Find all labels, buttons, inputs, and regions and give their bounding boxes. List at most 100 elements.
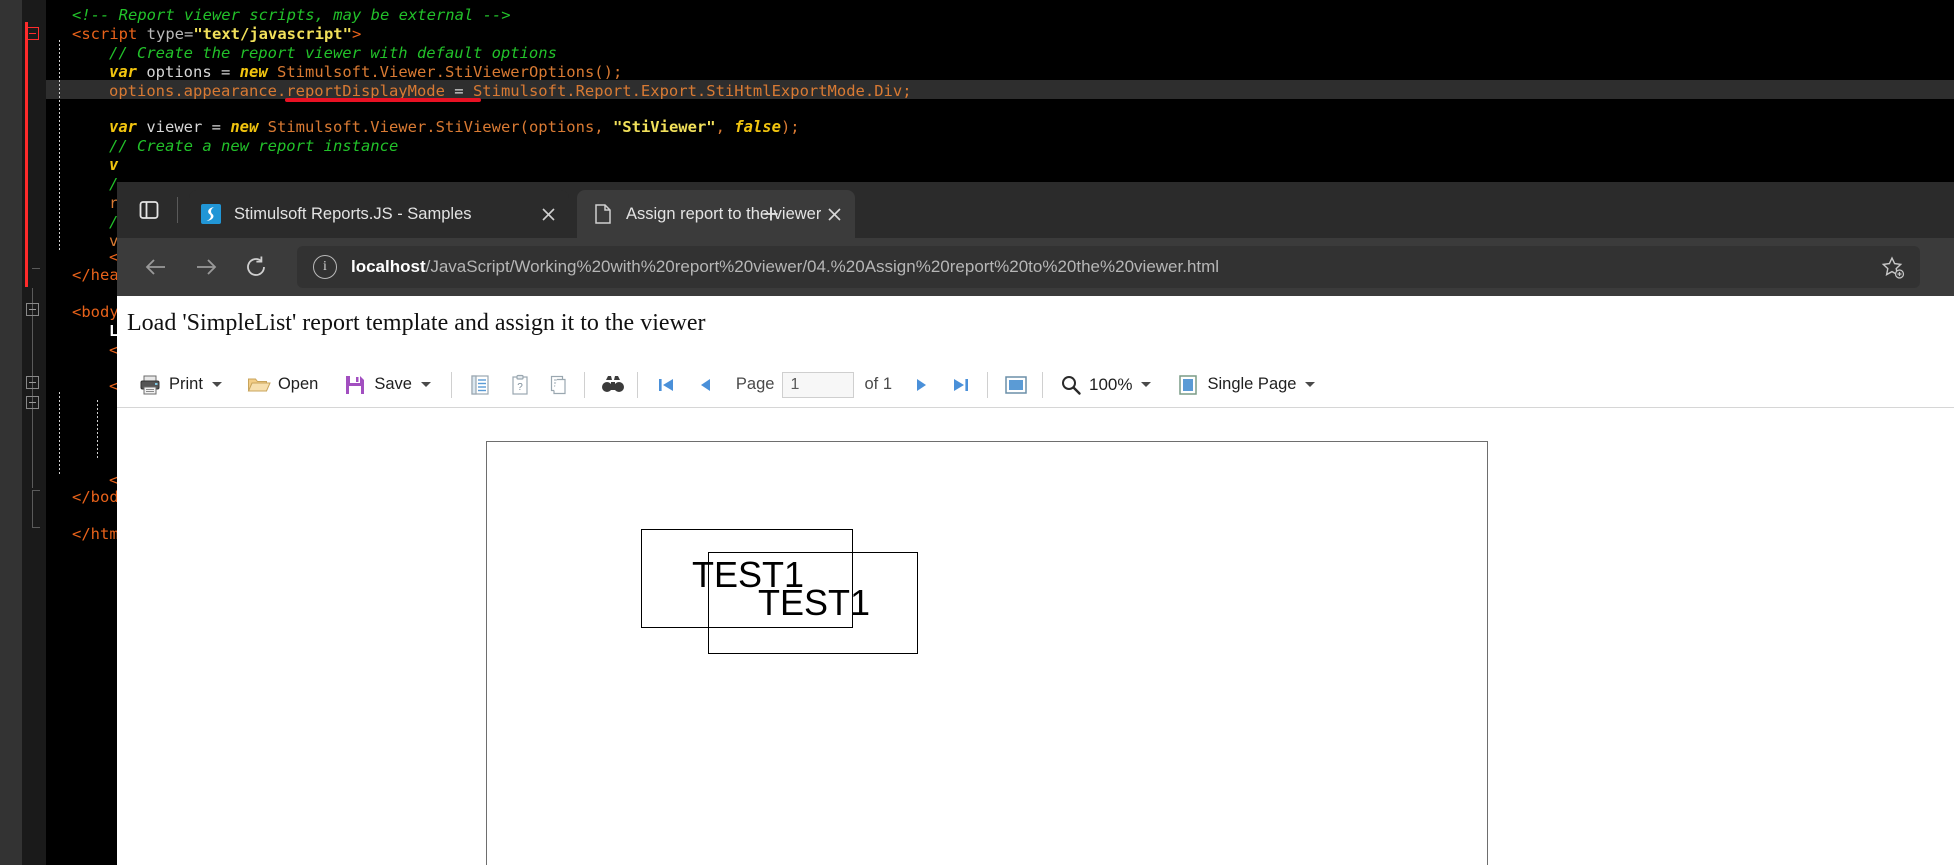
find-button[interactable] (594, 367, 632, 403)
chevron-down-icon[interactable] (420, 382, 431, 387)
parameters-button[interactable]: ? (501, 367, 539, 403)
toolbar-separator (987, 371, 988, 398)
view-mode-button[interactable]: Single Page (1169, 367, 1322, 403)
code-line: <script type="text/javascript"> (72, 25, 361, 44)
chevron-down-icon[interactable] (1305, 382, 1316, 387)
browser-tab-2[interactable]: Assign report to the viewer (577, 190, 855, 238)
address-bar[interactable]: i localhost/JavaScript/Working%20with%20… (297, 246, 1920, 288)
next-page-button[interactable] (902, 367, 940, 403)
bookmarks-icon (468, 373, 492, 397)
toolbar-separator (636, 371, 638, 398)
save-button[interactable]: Save (336, 367, 438, 403)
code-token: var (109, 118, 137, 136)
code-token: > (351, 25, 362, 43)
print-button[interactable]: Print (131, 367, 229, 403)
tab-list-icon[interactable] (135, 196, 163, 224)
save-label: Save (374, 375, 412, 393)
single-page-icon (1176, 373, 1200, 397)
chevron-down-icon[interactable] (211, 382, 222, 387)
forward-arrow-icon[interactable] (189, 250, 223, 284)
fold-toggle-body[interactable] (26, 303, 39, 316)
browser-tab-2-title: Assign report to the viewer (626, 204, 822, 223)
prev-page-button[interactable] (687, 367, 725, 403)
find-binoculars-icon (601, 373, 625, 397)
site-info-icon[interactable]: i (313, 255, 337, 279)
code-token: // Create a new report instance (109, 137, 399, 155)
tabstrip-separator (177, 197, 178, 223)
chevron-down-icon[interactable] (1141, 382, 1152, 387)
code-line: var viewer = new Stimulsoft.Viewer.StiVi… (109, 118, 800, 137)
code-token: var (109, 63, 137, 81)
zoom-button[interactable]: 100% (1052, 367, 1158, 403)
bookmarks-button[interactable] (461, 367, 499, 403)
fold-toggle-script[interactable] (26, 27, 39, 40)
code-token: Stimulsoft.Report.Export.StiHtmlExportMo… (472, 82, 903, 100)
code-token: <script (72, 25, 147, 43)
code-line: var options = new Stimulsoft.Viewer.StiV… (109, 63, 622, 82)
zoom-magnifier-icon (1059, 373, 1083, 397)
code-token: type= (146, 25, 194, 43)
code-token: Stimulsoft.Viewer.StiViewer (258, 118, 520, 136)
fold-toggle-div2[interactable] (26, 396, 39, 409)
page-number-input[interactable] (782, 371, 855, 398)
floppy-save-icon (343, 373, 367, 397)
back-arrow-icon[interactable] (139, 250, 173, 284)
parameters-icon: ? (508, 373, 532, 397)
code-token: , (715, 118, 735, 136)
fold-toggle-div1[interactable] (26, 376, 39, 389)
full-screen-icon (1004, 373, 1028, 397)
toolbar-separator (450, 371, 452, 398)
code-token: false (734, 118, 781, 136)
last-page-icon (949, 373, 973, 397)
prev-page-icon (694, 373, 718, 397)
page-title: Load 'SimpleList' report template and as… (127, 310, 706, 336)
star-plus-icon[interactable] (1880, 255, 1906, 281)
screen: <!-- Report viewer scripts, may be exter… (0, 0, 1954, 865)
code-line: // Create a new report instance (109, 137, 398, 156)
fullscreen-button[interactable] (997, 367, 1035, 403)
editor-change-marker (25, 22, 28, 287)
code-token: // Create the report viewer with default… (109, 44, 557, 62)
browser-tabstrip: Stimulsoft Reports.JS - Samples Assign r… (117, 182, 1954, 238)
fold-tick-body (32, 490, 40, 491)
browser-tab-1[interactable]: Stimulsoft Reports.JS - Samples (189, 190, 569, 238)
reload-icon[interactable] (239, 250, 273, 284)
close-icon[interactable] (823, 203, 845, 225)
resources-icon (548, 373, 572, 397)
code-token: new (239, 63, 268, 81)
code-token: = (211, 118, 231, 136)
code-line: <!-- Report viewer scripts, may be exter… (72, 6, 511, 25)
code-line: v (109, 156, 118, 175)
url-path: /JavaScript/Working%20with%20report%20vi… (425, 257, 1220, 276)
open-button[interactable]: Open (240, 367, 325, 403)
first-page-button[interactable] (647, 367, 685, 403)
browser-navbar: i localhost/JavaScript/Working%20with%20… (117, 238, 1954, 296)
browser-tab-1-title: Stimulsoft Reports.JS - Samples (234, 204, 472, 223)
editor-activity-bar[interactable] (0, 0, 22, 865)
code-token: ); (780, 118, 800, 136)
page-label: Page (735, 375, 775, 393)
folder-open-icon (247, 373, 271, 397)
code-token: ( (519, 118, 529, 136)
error-underline (285, 98, 481, 102)
fold-guide-html (32, 490, 33, 528)
code-token: Stimulsoft.Viewer.StiViewerOptions (267, 63, 595, 81)
close-icon[interactable] (537, 203, 559, 225)
code-line: // Create the report viewer with default… (109, 44, 557, 63)
report-page[interactable]: TEST1 TEST1 (486, 441, 1488, 865)
code-token: , (594, 118, 613, 136)
zoom-value: 100% (1089, 374, 1133, 394)
page-total-label: of 1 (864, 375, 892, 393)
code-token: v (109, 156, 119, 174)
new-tab-button[interactable]: + (755, 198, 787, 230)
code-token: "StiViewer" (612, 118, 716, 136)
code-line: options.appearance.reportDisplayMode = S… (109, 82, 912, 101)
toolbar-separator (1042, 371, 1043, 398)
document-icon (593, 204, 613, 224)
resources-button[interactable] (541, 367, 579, 403)
last-page-button[interactable] (942, 367, 980, 403)
view-mode-label: Single Page (1207, 375, 1297, 393)
report-scroll-area[interactable]: TEST1 TEST1 (117, 408, 1954, 865)
code-token: options (137, 63, 221, 81)
stimulsoft-logo-icon (201, 204, 221, 224)
